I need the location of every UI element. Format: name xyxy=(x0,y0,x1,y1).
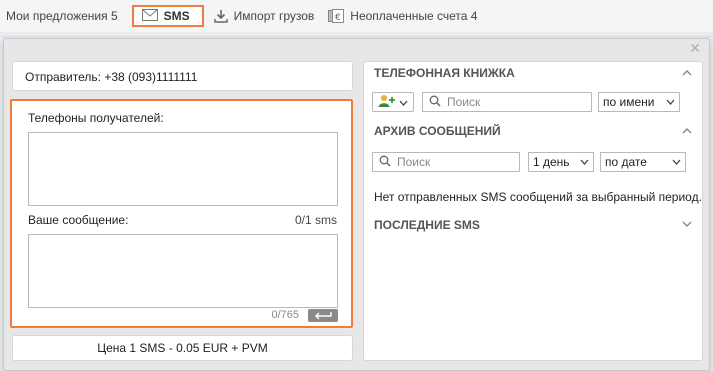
phonebook-search-placeholder: Поиск xyxy=(447,95,481,109)
chevron-down-icon xyxy=(666,97,675,108)
chevron-up-icon[interactable] xyxy=(682,125,692,137)
message-input[interactable] xyxy=(28,234,338,308)
phonebook-controls: Поиск по имени xyxy=(372,92,680,112)
my-offers-link[interactable]: Мои предложения 5 xyxy=(6,9,118,23)
close-icon[interactable]: ✕ xyxy=(689,41,701,55)
chevron-down-icon xyxy=(399,95,408,109)
right-panel: ТЕЛЕФОННАЯ КНИЖКА Поиск по имени АРХИВ С… xyxy=(363,61,703,361)
phonebook-sort-select[interactable]: по имени xyxy=(598,92,680,112)
archive-empty-message: Нет отправленных SMS сообщений за выбран… xyxy=(374,190,702,204)
chevron-up-icon[interactable] xyxy=(682,67,692,79)
send-button[interactable] xyxy=(308,309,338,322)
unpaid-invoices-label: Неоплаченные счета 4 xyxy=(350,9,478,23)
background-divider xyxy=(0,36,713,37)
phonebook-search-input[interactable]: Поиск xyxy=(422,92,592,112)
archive-controls: Поиск 1 день по дате xyxy=(372,152,686,172)
phonebook-header[interactable]: ТЕЛЕФОННАЯ КНИЖКА xyxy=(374,66,692,80)
price-box: Цена 1 SMS - 0.05 EUR + PVM xyxy=(12,335,353,361)
archive-search-placeholder: Поиск xyxy=(397,155,431,169)
sender-box: Отправитель: +38 (093)1111111 xyxy=(12,61,353,91)
sender-label: Отправитель: +38 (093)1111111 xyxy=(25,70,198,84)
compose-panel: Телефоны получателей: Ваше сообщение: 0/… xyxy=(10,99,353,328)
sms-tab[interactable]: SMS xyxy=(131,5,204,27)
contacts-icon xyxy=(378,94,396,111)
price-label: Цена 1 SMS - 0.05 EUR + PVM xyxy=(97,341,268,355)
top-toolbar: Мои предложения 5 SMS Импорт грузов € Не… xyxy=(0,0,713,32)
message-label: Ваше сообщение: xyxy=(28,213,129,227)
sms-tab-label: SMS xyxy=(163,9,190,23)
archive-period-value: 1 день xyxy=(533,155,570,169)
char-count: 0/765 xyxy=(271,309,299,321)
archive-title: АРХИВ СООБЩЕНИЙ xyxy=(374,124,501,138)
chevron-down-icon[interactable] xyxy=(682,219,692,231)
archive-search-input[interactable]: Поиск xyxy=(372,152,520,172)
search-icon xyxy=(379,155,391,170)
svg-text:€: € xyxy=(335,13,341,23)
recent-sms-header[interactable]: ПОСЛЕДНИЕ SMS xyxy=(374,218,692,232)
sms-count: 0/1 sms xyxy=(294,213,337,227)
archive-period-select[interactable]: 1 день xyxy=(528,152,594,172)
phonebook-sort-value: по имени xyxy=(603,95,655,109)
download-icon xyxy=(213,9,228,23)
invoice-icon: € xyxy=(328,9,345,23)
my-offers-label: Мои предложения 5 xyxy=(6,9,118,23)
chevron-down-icon xyxy=(672,157,681,168)
import-cargo-label: Импорт грузов xyxy=(233,9,315,23)
sms-popup: ✕ Отправитель: +38 (093)1111111 Телефоны… xyxy=(3,38,710,371)
enter-icon xyxy=(313,309,333,323)
recipients-label: Телефоны получателей: xyxy=(28,111,164,125)
archive-header[interactable]: АРХИВ СООБЩЕНИЙ xyxy=(374,124,692,138)
chevron-down-icon xyxy=(580,157,589,168)
recipients-input[interactable] xyxy=(28,132,338,206)
import-cargo-link[interactable]: Импорт грузов xyxy=(213,9,315,23)
envelope-icon xyxy=(141,8,158,24)
unpaid-invoices-link[interactable]: € Неоплаченные счета 4 xyxy=(328,9,477,23)
archive-sort-select[interactable]: по дате xyxy=(600,152,686,172)
phonebook-title: ТЕЛЕФОННАЯ КНИЖКА xyxy=(374,66,515,80)
contacts-button[interactable] xyxy=(372,92,414,112)
search-icon xyxy=(429,95,441,110)
recent-sms-title: ПОСЛЕДНИЕ SMS xyxy=(374,218,480,232)
archive-sort-value: по дате xyxy=(605,155,647,169)
